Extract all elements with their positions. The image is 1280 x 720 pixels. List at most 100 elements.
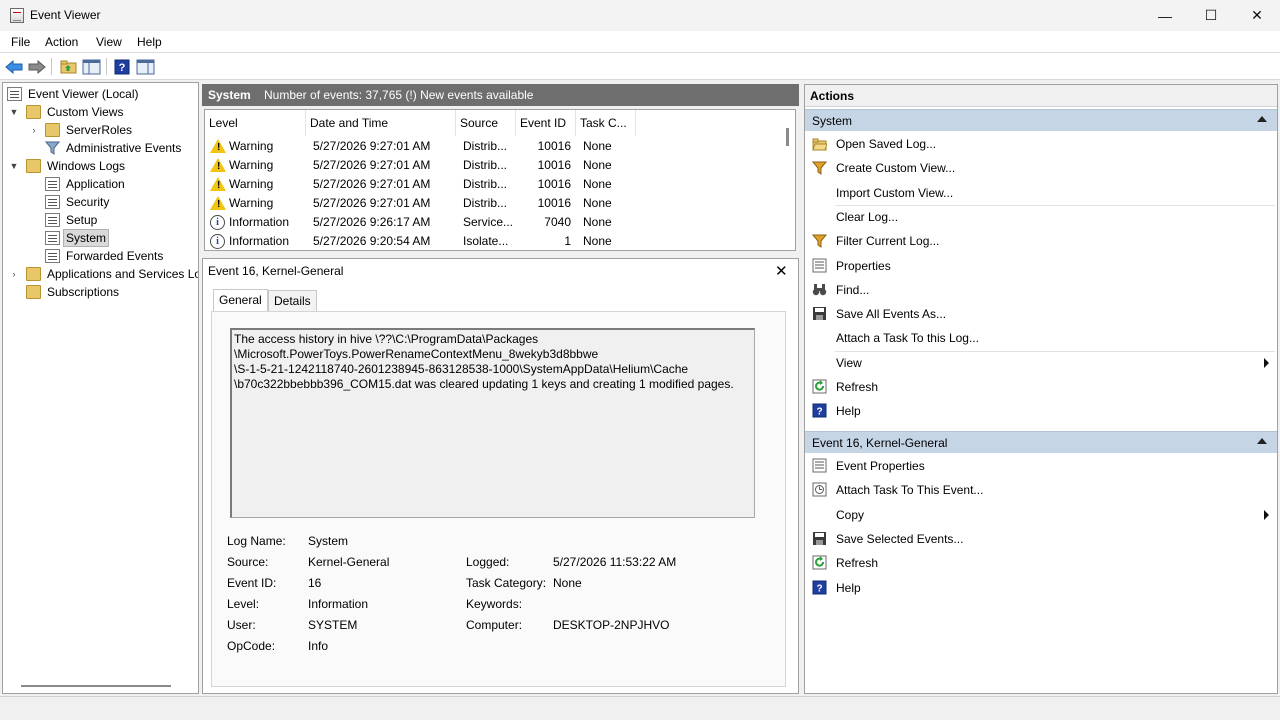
close-detail-icon[interactable]: ✕ (775, 262, 788, 280)
show-hide-tree-button[interactable] (81, 57, 101, 76)
action-find[interactable]: Find... (805, 279, 1277, 301)
cell-task: None (583, 215, 612, 229)
level-value: Information (308, 597, 369, 611)
column-task-category[interactable]: Task C... (576, 110, 636, 136)
task-category-label: Task Category: (466, 576, 547, 590)
column-source[interactable]: Source (456, 110, 516, 136)
action-help[interactable]: ? Help (805, 577, 1277, 599)
table-row[interactable]: i Information 5/27/2026 9:26:17 AM Service.… (205, 213, 781, 232)
menu-action[interactable]: Action (45, 35, 78, 49)
action-label: Help (836, 404, 861, 419)
actions-section-event[interactable]: Event 16, Kernel-General (805, 431, 1277, 453)
opcode-value: Info (308, 639, 329, 653)
show-hide-action-pane-button[interactable] (135, 57, 155, 76)
action-save-all-events-as[interactable]: Save All Events As... (805, 303, 1277, 325)
actions-section-system[interactable]: System (805, 109, 1277, 131)
table-row[interactable]: ! Warning 5/27/2026 9:27:01 AM Distrib... 10… (205, 156, 781, 175)
expanded-chevron-icon[interactable]: ▼ (9, 103, 19, 121)
up-folder-button[interactable] (58, 57, 78, 76)
action-help[interactable]: ? Help (805, 400, 1277, 422)
action-label: Properties (836, 258, 891, 273)
logged-label: Logged: (466, 555, 510, 569)
log-header: System Number of events: 37,765 (!) New … (202, 84, 799, 106)
title-bar: Event Viewer — ☐ ✕ (0, 0, 1280, 31)
action-label: Attach a Task To this Log... (836, 331, 979, 346)
tree-horizontal-scrollbar[interactable] (21, 685, 171, 687)
menu-bar: File Action View Help (0, 31, 1280, 53)
actions-title: Actions (805, 85, 1277, 107)
table-row[interactable]: ! Warning 5/27/2026 9:27:01 AM Distrib... 10… (205, 194, 781, 213)
forward-arrow-icon (28, 59, 46, 74)
back-button[interactable] (4, 57, 24, 76)
column-level[interactable]: Level (205, 110, 306, 136)
help-toolbar-button[interactable]: ? (112, 57, 132, 76)
cell-source: Distrib... (463, 158, 508, 172)
filter-icon (44, 141, 61, 155)
collapsed-chevron-icon[interactable]: › (29, 121, 39, 139)
help-icon: ? (812, 403, 827, 418)
forward-button[interactable] (27, 57, 47, 76)
cell-source: Distrib... (463, 139, 508, 153)
actions-pane: Actions System Open Saved Log... Create C… (804, 84, 1278, 694)
action-refresh[interactable]: Refresh (805, 376, 1277, 398)
cell-level: Information (229, 215, 290, 229)
table-row[interactable]: ! Warning 5/27/2026 9:27:01 AM Distrib... 10… (205, 137, 781, 156)
table-row[interactable]: ! Warning 5/27/2026 9:27:01 AM Distrib... 10… (205, 175, 781, 194)
cell-task: None (583, 158, 612, 172)
cell-level: Warning (229, 196, 274, 210)
event-id-value: 16 (308, 576, 322, 590)
collapse-caret-icon[interactable] (1257, 438, 1267, 444)
event-description[interactable]: The access history in hive \??\C:\Progra… (230, 328, 755, 518)
action-label: Refresh (836, 380, 879, 394)
level-label: Level: (227, 597, 260, 611)
action-label: Save All Events As... (836, 307, 947, 322)
cell-task: None (583, 139, 612, 153)
column-event-id[interactable]: Event ID (516, 110, 576, 136)
log-name-value: System (308, 534, 349, 548)
event-detail-pane: Event 16, Kernel-General ✕ General Detai… (202, 258, 799, 694)
action-save-selected-events[interactable]: Save Selected Events... (805, 528, 1277, 550)
collapse-caret-icon[interactable] (1257, 116, 1267, 122)
action-properties[interactable]: Properties (805, 255, 1277, 277)
action-copy[interactable]: Copy (805, 504, 1277, 526)
keywords-label: Keywords: (466, 597, 523, 611)
save-icon (812, 531, 827, 546)
menu-file[interactable]: File (11, 35, 30, 49)
tab-details[interactable]: Details (268, 290, 317, 312)
menu-help[interactable]: Help (137, 35, 162, 49)
tab-general[interactable]: General (213, 289, 268, 312)
close-button[interactable]: ✕ (1234, 0, 1280, 31)
column-date-time[interactable]: Date and Time (306, 110, 456, 136)
action-open-saved-log[interactable]: Open Saved Log... (805, 133, 1277, 155)
action-refresh[interactable]: Refresh (805, 552, 1277, 574)
event-count: Number of events: 37,765 (!) New events … (264, 88, 534, 102)
folder-open-icon (812, 136, 828, 151)
action-clear-log[interactable]: Clear Log... (805, 206, 1277, 228)
action-label: View (836, 355, 862, 370)
minimize-button[interactable]: — (1142, 0, 1188, 31)
action-label: Filter Current Log... (836, 234, 940, 249)
cell-id: 10016 (537, 139, 571, 153)
maximize-button[interactable]: ☐ (1188, 0, 1234, 31)
section-title: System (812, 114, 853, 128)
action-create-custom-view[interactable]: Create Custom View... (805, 157, 1277, 179)
action-event-properties[interactable]: Event Properties (805, 455, 1277, 477)
task-icon (812, 482, 827, 497)
action-attach-task-to-this-event[interactable]: Attach Task To This Event... (805, 479, 1277, 501)
action-filter-current-log[interactable]: Filter Current Log... (805, 230, 1277, 252)
log-icon (45, 249, 60, 263)
action-attach-a-task-to-this-log[interactable]: Attach a Task To this Log... (805, 327, 1277, 349)
save-icon (812, 306, 827, 321)
action-import-custom-view[interactable]: Import Custom View... (805, 182, 1277, 204)
cell-level: Warning (229, 139, 274, 153)
action-label: Refresh (836, 556, 879, 571)
action-view[interactable]: View (805, 352, 1277, 374)
expanded-chevron-icon[interactable]: ▼ (9, 157, 19, 175)
log-icon (45, 195, 60, 209)
user-value: SYSTEM (308, 618, 358, 632)
events-vertical-scrollbar[interactable] (786, 128, 789, 146)
table-row[interactable]: i Information 5/27/2026 9:20:54 AM Isolate.… (205, 232, 781, 250)
menu-view[interactable]: View (96, 35, 122, 49)
collapsed-chevron-icon[interactable]: › (9, 265, 19, 283)
window-title: Event Viewer (30, 8, 101, 22)
